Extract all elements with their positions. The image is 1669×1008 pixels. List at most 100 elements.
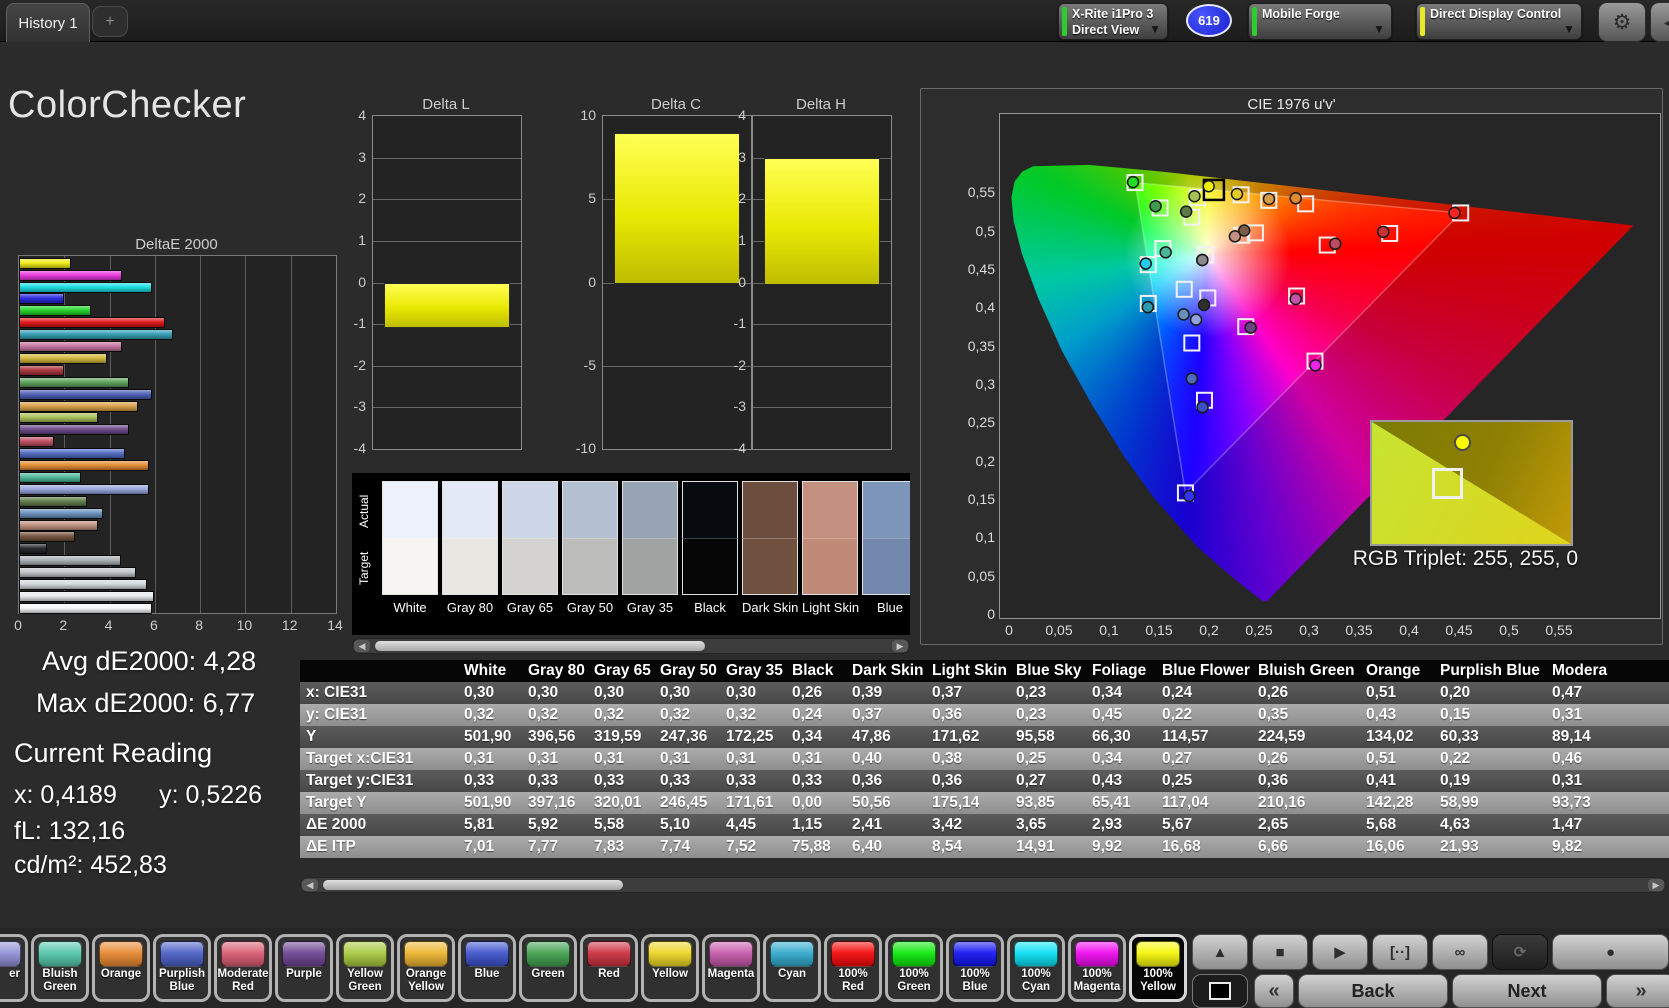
scroll-right-icon[interactable]: ▶ (1648, 879, 1664, 891)
patch-button-yellow[interactable]: Yellow (641, 934, 699, 1002)
patch-label: Orange (100, 968, 142, 980)
scroll-right-icon[interactable]: ▶ (892, 640, 908, 652)
patch-button-orange[interactable]: Orange (92, 934, 150, 1002)
delta-y-tick: 0 (738, 273, 746, 290)
patch-button-orange-yellow[interactable]: Orange Yellow (397, 934, 455, 1002)
patch-button-purple[interactable]: Purple (275, 934, 333, 1002)
table-cell: 0,46 (1546, 748, 1669, 770)
patch-button-er[interactable]: er (0, 934, 28, 1002)
loop-button[interactable]: ∞ (1432, 934, 1488, 970)
patch-color (1014, 941, 1058, 967)
extra-icon: ● (1605, 943, 1616, 961)
table-scroll-thumb[interactable] (323, 880, 623, 890)
back-button[interactable]: Back (1298, 974, 1448, 1008)
swatch-target (382, 538, 438, 595)
collapse-toolbar-button[interactable]: ◀ (1650, 2, 1669, 42)
next-button[interactable]: Next (1452, 974, 1602, 1008)
table-cell: 0,30 (522, 682, 588, 704)
max-de2000: Max dE2000: 6,77 (36, 688, 256, 718)
swatch-strip: Actual Target White Gray 80 Gray 65 Gray 50… (352, 473, 910, 635)
table-cell: 0,15 (1434, 704, 1546, 726)
col-header-white: White (458, 660, 522, 682)
patch-button-moderate-red[interactable]: Moderate Red (214, 934, 272, 1002)
delta-chart-title-delta-h: Delta H (795, 96, 847, 113)
swatch-scroll-thumb[interactable] (375, 641, 705, 651)
play-icon: ▶ (1334, 944, 1346, 961)
table-corner (300, 660, 458, 682)
table-cell: 0,00 (786, 792, 846, 814)
swatch-actual (502, 481, 558, 538)
pattern-window-button[interactable] (1192, 974, 1248, 1008)
table-cell: 0,26 (786, 682, 846, 704)
col-header-blue-flower: Blue Flower (1156, 660, 1252, 682)
scroll-left-icon[interactable]: ◀ (354, 640, 370, 652)
add-tab-button[interactable]: + (92, 6, 128, 37)
patch-button-bluish-green[interactable]: Bluish Green (31, 934, 89, 1002)
patch-button-magenta[interactable]: Magenta (702, 934, 760, 1002)
table-cell: 0,33 (588, 770, 654, 792)
tab-history-1[interactable]: History 1 (6, 3, 90, 42)
patch-color (953, 941, 997, 967)
patch-button-yellow-green[interactable]: Yellow Green (336, 934, 394, 1002)
meter-dropdown-direct-display-control[interactable]: Direct Display Control ▼ (1416, 3, 1582, 40)
scroll-left-icon[interactable]: ◀ (302, 879, 318, 891)
table-cell: 5,81 (458, 814, 522, 836)
patch-button-100-red[interactable]: 100% Red (824, 934, 882, 1002)
patch-button-100-magenta[interactable]: 100% Magenta (1068, 934, 1126, 1002)
refresh-icon: ⟳ (1513, 944, 1527, 961)
swatch-actual (862, 481, 910, 538)
swatch-scrollbar[interactable]: ◀ ▶ (352, 638, 910, 654)
next-chevron-button[interactable]: » (1606, 974, 1669, 1008)
patch-button-purplish-blue[interactable]: Purplish Blue (153, 934, 211, 1002)
patch-button-green[interactable]: Green (519, 934, 577, 1002)
table-cell: 0,36 (846, 770, 926, 792)
swatch-gray-65: Gray 65 (502, 481, 558, 615)
table-cell: 16,68 (1156, 836, 1252, 858)
col-header-black: Black (786, 660, 846, 682)
cie-plot: RGB Triplet: 255, 255, 0 (999, 113, 1661, 619)
table-cell: 0,31 (1546, 704, 1669, 726)
meter-count-badge[interactable]: 619 (1186, 4, 1232, 37)
patch-button-100-blue[interactable]: 100% Blue (946, 934, 1004, 1002)
extra-button[interactable]: ● (1552, 934, 1669, 970)
scroll-up-button[interactable]: ▲ (1192, 934, 1248, 970)
cie-y-tick: 0,1 (975, 529, 995, 546)
table-cell: 93,73 (1546, 792, 1669, 814)
current-reading-xy: x: 0,4189 y: 0,5226 (14, 781, 262, 810)
back-chevron-button[interactable]: « (1254, 974, 1294, 1008)
table-cell: 2,65 (1252, 814, 1360, 836)
patch-button-blue[interactable]: Blue (458, 934, 516, 1002)
settings-button[interactable]: ⚙ (1598, 2, 1646, 42)
play-button[interactable]: ▶ (1312, 934, 1368, 970)
col-header-dark-skin: Dark Skin (846, 660, 926, 682)
de-bar-yellow-green (19, 412, 98, 424)
table-cell: 0,31 (1546, 770, 1669, 792)
table-cell: 47,86 (846, 726, 926, 748)
table-cell: 5,58 (588, 814, 654, 836)
delta-chart-delta-l (372, 115, 522, 450)
cie-y-tick: 0,35 (967, 337, 995, 354)
table-cell: 0,32 (458, 704, 522, 726)
table-row-y-cie31: y: CIE31 0,32 0,32 0,32 0,32 0,32 0,24 0,37 0,36… (300, 704, 1669, 726)
de-bar-100-magenta (19, 269, 123, 281)
refresh-button[interactable]: ⟳ (1492, 934, 1548, 970)
table-cell: 4,45 (720, 814, 786, 836)
delta-y-tick: 3 (738, 148, 746, 165)
patch-button-red[interactable]: Red (580, 934, 638, 1002)
patch-color (892, 941, 936, 967)
table-cell: 0,31 (786, 748, 846, 770)
table-cell: 0,33 (654, 770, 720, 792)
meter-dropdown-x-rite-i1pro-3[interactable]: X-Rite i1Pro 3 Direct View ▼ (1058, 3, 1168, 40)
step-button[interactable]: [··] (1372, 934, 1428, 970)
table-scrollbar[interactable]: ◀ ▶ (300, 877, 1666, 893)
patch-button-100-green[interactable]: 100% Green (885, 934, 943, 1002)
meter-dropdown-mobile-forge[interactable]: Mobile Forge ▼ (1248, 3, 1392, 40)
table-cell: 134,02 (1360, 726, 1434, 748)
reading-x: x: 0,4189 (14, 781, 117, 809)
patch-button-100-yellow[interactable]: 100% Yellow (1129, 934, 1187, 1002)
patch-button-cyan[interactable]: Cyan (763, 934, 821, 1002)
patch-button-100-cyan[interactable]: 100% Cyan (1007, 934, 1065, 1002)
table-cell: 0,45 (1086, 704, 1156, 726)
stop-button[interactable]: ■ (1252, 934, 1308, 970)
delta-y-tick: 5 (588, 190, 596, 207)
